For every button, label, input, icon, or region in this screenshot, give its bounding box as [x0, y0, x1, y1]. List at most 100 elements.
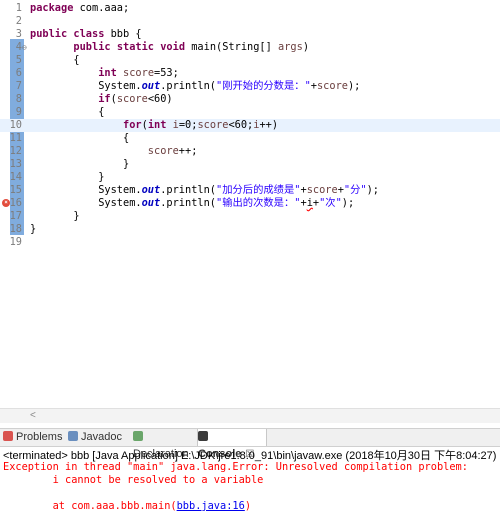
code-token: "刚开始的分数是：": [216, 80, 311, 92]
line-number: 8: [15, 93, 22, 105]
code-line[interactable]: 8 if(score<60): [0, 93, 500, 106]
code-token: "次": [319, 197, 342, 209]
code-token: {: [30, 54, 80, 66]
code-line[interactable]: 6 int score=53;: [0, 67, 500, 80]
line-number: 4: [15, 41, 22, 53]
code-token: out: [141, 184, 161, 196]
code-text: public class bbb {: [30, 28, 142, 41]
code-line[interactable]: 5 {: [0, 54, 500, 67]
code-text: System.out.println("加分后的成绩是"+score+"分");: [30, 184, 379, 197]
code-text: }: [30, 171, 104, 184]
code-text: System.out.println("输出的次数是："+i+"次");: [30, 197, 354, 210]
line-number: 13: [9, 158, 22, 170]
code-line[interactable]: 14 }: [0, 171, 500, 184]
line-number: 3: [15, 28, 22, 40]
code-token: {: [30, 132, 130, 144]
code-token: <60;: [228, 119, 254, 131]
tab-declaration[interactable]: Declaration: [133, 429, 195, 460]
line-number: 10: [9, 119, 22, 131]
line-number: 5: [15, 54, 22, 66]
code-editor[interactable]: 1 package com.aaa; 2 3 public class bbb {4 ⊖ …: [0, 0, 500, 423]
code-token: int: [98, 67, 117, 79]
code-token: public: [73, 41, 111, 53]
console-line: Exception in thread "main" java.lang.Err…: [3, 461, 468, 473]
console-output[interactable]: Exception in thread "main" java.lang.Err…: [0, 461, 500, 526]
code-text: {: [30, 132, 129, 145]
code-line[interactable]: 9 {: [0, 106, 500, 119]
tab-label: Problems: [16, 431, 63, 443]
code-token: score: [306, 184, 338, 196]
line-number: 12: [9, 145, 22, 157]
code-token: .println(: [160, 197, 216, 209]
code-token: int: [147, 119, 167, 131]
code-token: System.: [30, 80, 142, 92]
code-token: public: [30, 28, 68, 40]
code-text: package com.aaa;: [30, 2, 129, 15]
code-token: ): [302, 41, 310, 53]
code-line[interactable]: 19: [0, 236, 500, 249]
code-text: System.out.println("刚开始的分数是："+score);: [30, 80, 360, 93]
code-line[interactable]: 18}: [0, 223, 500, 236]
code-token: );: [341, 197, 355, 209]
code-token: System.: [30, 184, 142, 196]
code-line[interactable]: 2: [0, 15, 500, 28]
code-token: com.aaa;: [73, 2, 130, 14]
fold-toggle-icon[interactable]: ⊖: [22, 41, 27, 54]
line-number: 9: [15, 106, 22, 118]
code-token: static: [116, 41, 155, 53]
line-number: 6: [15, 67, 22, 79]
code-token: =53;: [154, 67, 179, 79]
stack-frame-link[interactable]: bbb.java:16: [177, 500, 245, 512]
code-token: if: [98, 93, 111, 105]
code-line[interactable]: 17 }: [0, 210, 500, 223]
line-number: 18: [9, 223, 22, 235]
scroll-left-arrow-icon[interactable]: <: [30, 409, 36, 423]
code-line[interactable]: 4 ⊖ public static void main(String[] args…: [0, 41, 500, 54]
tab-problems[interactable]: Problems: [3, 429, 65, 446]
code-line[interactable]: 10 for(int i=0;score<60;i++): [0, 119, 500, 132]
code-token: }: [30, 210, 80, 222]
line-number: 7: [15, 80, 22, 92]
code-token: }: [30, 223, 37, 235]
code-token: score: [197, 119, 229, 131]
code-token: ++): [259, 119, 279, 131]
code-token: ++;: [178, 145, 198, 157]
code-line[interactable]: 3 public class bbb {: [0, 28, 500, 41]
code-line[interactable]: 1 package com.aaa;: [0, 2, 500, 15]
code-text: }: [30, 158, 129, 171]
line-number: 14: [9, 171, 22, 183]
code-text: score++;: [30, 145, 198, 158]
code-text: {: [30, 54, 80, 67]
code-token: {: [30, 106, 105, 118]
code-token: =0;: [178, 119, 198, 131]
code-line[interactable]: 11 {: [0, 132, 500, 145]
code-line[interactable]: 13 }: [0, 158, 500, 171]
console-line: i cannot be resolved to a variable: [3, 474, 264, 486]
code-text: public static void main(String[] args): [30, 41, 309, 54]
problems-icon: [3, 431, 13, 441]
code-token: "加分后的成绩是": [216, 184, 301, 196]
code-token: class: [73, 28, 105, 40]
code-token: .println(: [160, 80, 216, 92]
code-line[interactable]: 15 System.out.println("加分后的成绩是"+score+"分…: [0, 184, 500, 197]
code-text: if(score<60): [30, 93, 172, 106]
code-token: main(String[]: [185, 41, 279, 53]
code-token: }: [30, 171, 105, 183]
line-number: 2: [15, 15, 22, 27]
code-token: bbb {: [104, 28, 142, 40]
code-text: for(int i=0;score<60;i++): [30, 119, 278, 132]
horizontal-scrollbar[interactable]: <: [0, 408, 500, 423]
code-token: );: [347, 80, 361, 92]
error-marker-icon[interactable]: ×: [2, 199, 10, 207]
tab-javadoc[interactable]: Javadoc: [68, 429, 130, 446]
code-line[interactable]: 7 System.out.println("刚开始的分数是："+score);: [0, 80, 500, 93]
line-number: 17: [9, 210, 22, 222]
code-token: "分": [343, 184, 367, 196]
tab-console[interactable]: Console ☒: [197, 429, 267, 460]
code-text: }: [30, 223, 36, 236]
code-line[interactable]: 16 × System.out.println("输出的次数是："+i+"次");: [0, 197, 500, 210]
stack-frame-end: ): [244, 500, 252, 512]
code-token: score: [147, 145, 179, 157]
code-line[interactable]: 12 score++;: [0, 145, 500, 158]
